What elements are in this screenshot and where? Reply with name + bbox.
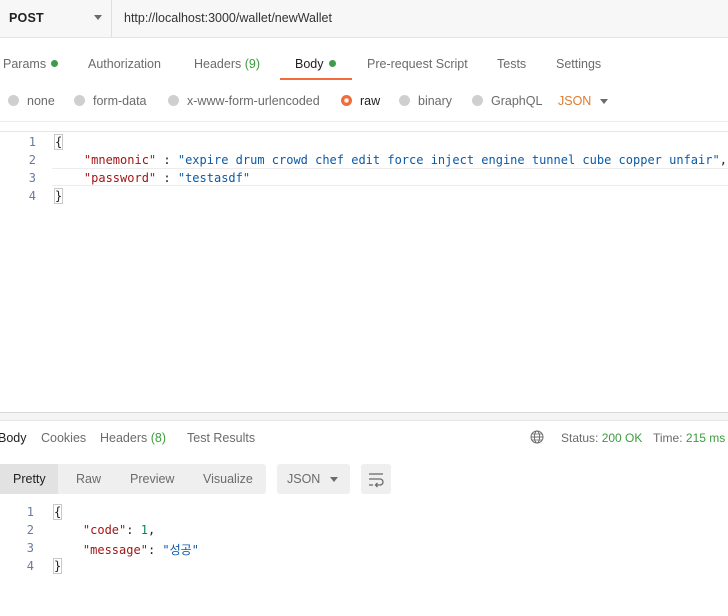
- line-number: 3: [26, 541, 34, 555]
- chevron-down-icon: [330, 477, 338, 482]
- line-number: 4: [28, 189, 36, 203]
- radio-binary[interactable]: binary: [399, 94, 452, 108]
- radio-icon: [168, 95, 179, 106]
- body-format-select[interactable]: JSON: [558, 94, 591, 108]
- response-view-modes: Pretty Raw Preview Visualize: [0, 464, 266, 494]
- response-tab-headers[interactable]: Headers (8): [100, 431, 166, 445]
- code-line: "mnemonic" : "expire drum crowd chef edi…: [83, 153, 727, 167]
- divider: [0, 121, 728, 122]
- code-line: "code": 1,: [82, 523, 156, 537]
- code-line: "password" : "testasdf": [83, 171, 251, 185]
- response-tab-body[interactable]: Body: [0, 431, 27, 445]
- line-number: 2: [28, 153, 36, 167]
- response-time: Time: 215 ms: [653, 431, 726, 445]
- radio-none[interactable]: none: [8, 94, 55, 108]
- line-number: 3: [28, 171, 36, 185]
- response-format-select[interactable]: JSON: [277, 464, 350, 494]
- response-format-label: JSON: [287, 472, 321, 486]
- view-preview-button[interactable]: Preview: [130, 472, 174, 486]
- radio-icon: [472, 95, 483, 106]
- body-dot-icon: [328, 60, 336, 67]
- code-line: {: [53, 134, 64, 150]
- wrap-lines-button[interactable]: [361, 464, 391, 494]
- response-tab-cookies[interactable]: Cookies: [41, 431, 86, 445]
- view-pretty-button[interactable]: Pretty: [13, 472, 46, 486]
- radio-raw[interactable]: raw: [341, 94, 380, 108]
- wrap-lines-icon: [369, 473, 384, 488]
- chevron-down-icon: [94, 15, 102, 20]
- view-raw-button[interactable]: Raw: [76, 472, 101, 486]
- request-tabs: Params Authorization Headers (9) Body Pr…: [0, 52, 728, 82]
- globe-icon[interactable]: [530, 430, 544, 444]
- view-visualize-button[interactable]: Visualize: [203, 472, 253, 486]
- response-status: Status: 200 OK: [561, 431, 643, 445]
- code-line: }: [52, 558, 63, 574]
- tab-params[interactable]: Params: [3, 57, 59, 71]
- code-line: "message": "성공": [82, 543, 199, 557]
- response-tab-test-results[interactable]: Test Results: [187, 431, 255, 445]
- response-tabs: Body Cookies Headers (8) Test Results St…: [0, 428, 728, 450]
- tab-headers[interactable]: Headers (9): [194, 57, 260, 71]
- chevron-down-icon[interactable]: [600, 99, 608, 104]
- body-type-options: none form-data x-www-form-urlencoded raw…: [0, 90, 728, 114]
- params-dot-icon: [51, 60, 59, 67]
- code-line: {: [52, 504, 63, 520]
- tab-tests[interactable]: Tests: [497, 57, 526, 71]
- line-number: 4: [26, 559, 34, 573]
- request-body-editor[interactable]: 1 2 3 4 { "mnemonic" : "expire drum crow…: [0, 132, 728, 412]
- tab-authorization[interactable]: Authorization: [88, 57, 161, 71]
- response-body-viewer[interactable]: 1 2 3 4 { "code": 1, "message": "성공" }: [0, 502, 728, 582]
- tab-body[interactable]: Body: [295, 57, 336, 71]
- tab-pre-request-script[interactable]: Pre-request Script: [367, 57, 468, 71]
- radio-selected-icon: [341, 95, 352, 106]
- line-number: 2: [26, 523, 34, 537]
- line-number: 1: [28, 135, 36, 149]
- method-select[interactable]: POST: [0, 0, 112, 37]
- code-line: }: [53, 188, 64, 204]
- radio-icon: [74, 95, 85, 106]
- radio-form-data[interactable]: form-data: [74, 94, 147, 108]
- radio-icon: [8, 95, 19, 106]
- line-number: 1: [26, 505, 34, 519]
- url-bar: POST http://localhost:3000/wallet/newWal…: [0, 0, 728, 38]
- panel-divider: [0, 413, 728, 421]
- active-tab-indicator: [280, 78, 352, 80]
- radio-urlencoded[interactable]: x-www-form-urlencoded: [168, 94, 320, 108]
- tab-settings[interactable]: Settings: [556, 57, 601, 71]
- method-label: POST: [9, 11, 44, 25]
- radio-graphql[interactable]: GraphQL: [472, 94, 542, 108]
- radio-icon: [399, 95, 410, 106]
- url-input[interactable]: http://localhost:3000/wallet/newWallet: [124, 11, 332, 25]
